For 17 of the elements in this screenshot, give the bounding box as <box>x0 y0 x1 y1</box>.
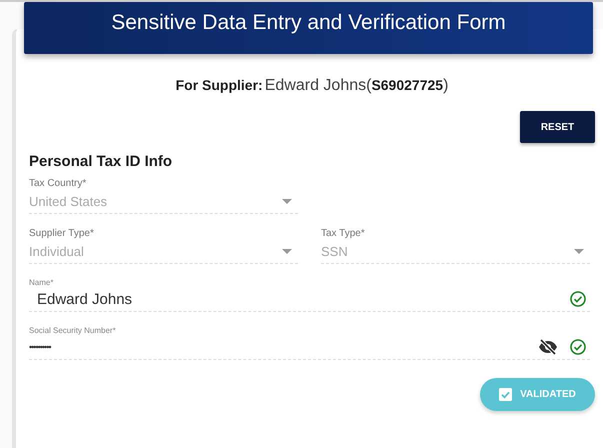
input-field[interactable]: •••••••••• <box>29 335 590 360</box>
field-label: Name* <box>29 278 54 287</box>
field-label: Social Security Number* <box>29 326 116 335</box>
caret-icon <box>282 198 292 204</box>
caret-icon <box>574 248 584 254</box>
validated-button[interactable]: VALIDATED <box>480 378 595 411</box>
eye-slash-icon[interactable] <box>538 339 558 355</box>
supplier-name: Edward Johns(S69027725) <box>264 77 448 94</box>
field-label: Tax Type* <box>321 228 365 239</box>
section-heading: Personal Tax ID Info <box>29 153 174 170</box>
field-label: Supplier Type* <box>29 228 94 239</box>
input-field[interactable]: Edward Johns <box>29 287 590 312</box>
field-label: Tax Country* <box>29 178 86 189</box>
supplier-label: For Supplier: <box>176 77 263 93</box>
reset-button[interactable]: RESET <box>520 111 595 143</box>
caret-icon <box>282 248 292 254</box>
form-title: Sensitive Data Entry and Verification Form <box>111 11 506 35</box>
